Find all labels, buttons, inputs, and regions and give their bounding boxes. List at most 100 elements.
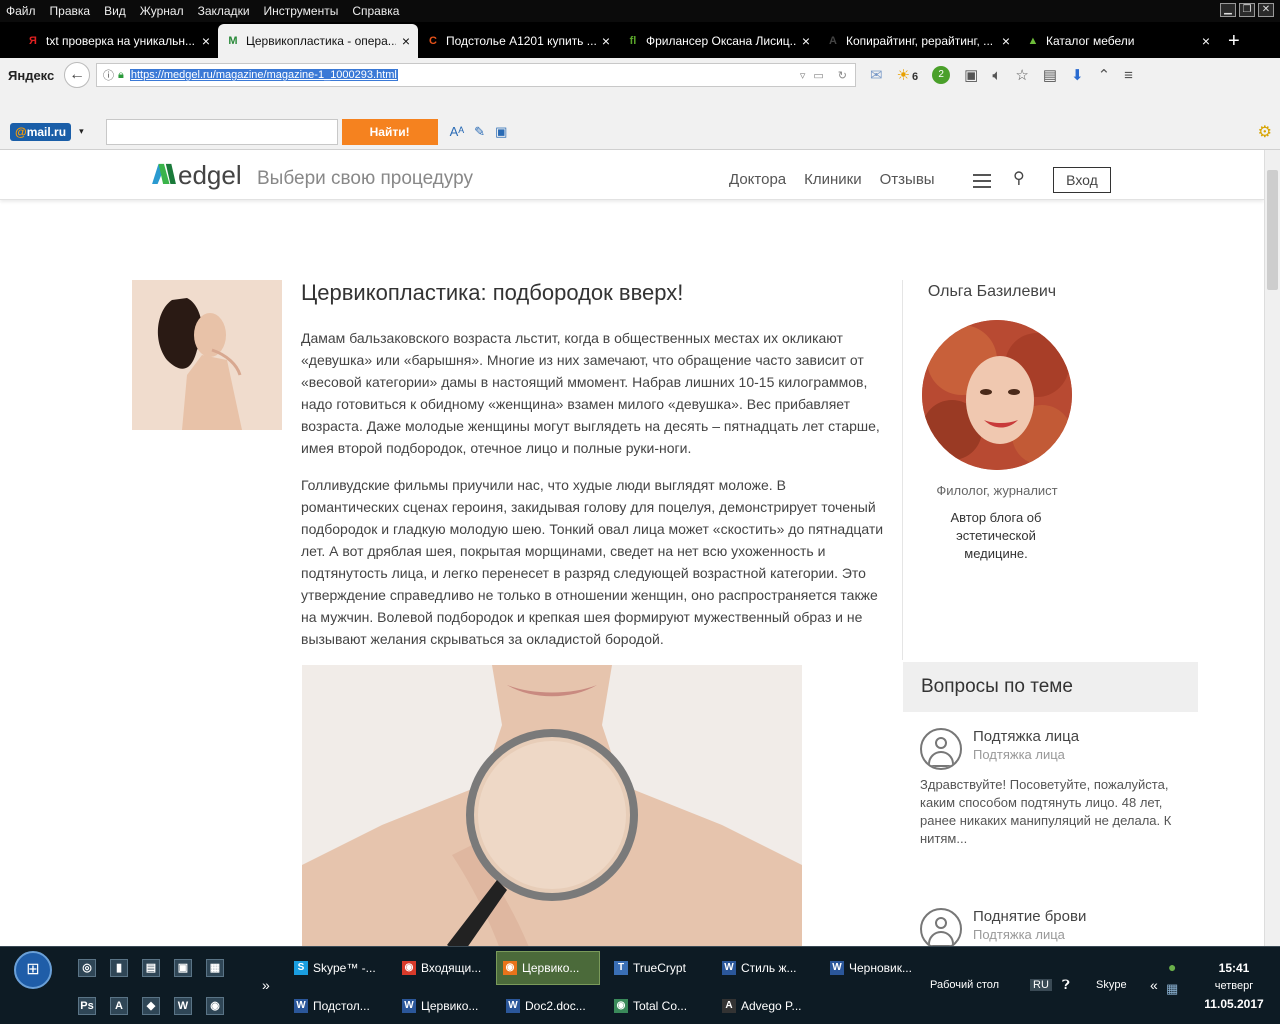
maximize-button[interactable]: ❐ (1239, 3, 1255, 17)
quicklaunch-icon[interactable]: ▤ (142, 959, 160, 977)
scrollbar-thumb[interactable] (1267, 170, 1278, 290)
network-icon[interactable]: ▦ (1166, 981, 1178, 997)
url-text[interactable]: https://medgel.ru/magazine/magazine-1_10… (129, 69, 398, 81)
browser-tab[interactable]: ▲ Каталог мебели × (1018, 24, 1218, 58)
sound-icon[interactable]: 🔈︎ (992, 67, 1001, 84)
back-button[interactable]: ← (64, 62, 90, 88)
author-avatar[interactable] (922, 320, 1072, 470)
settings-gear-icon[interactable]: ⚙︎ (1258, 122, 1272, 142)
taskbar-button[interactable]: ◉ Входящи... (396, 951, 500, 985)
badge-icon[interactable]: 2 (932, 66, 951, 84)
system-clock[interactable]: 15:41 четверг 11.05.2017 (1196, 959, 1272, 1013)
question-title[interactable]: Поднятие брови (973, 908, 1086, 925)
taskbar-button[interactable]: A Advego P... (716, 989, 820, 1023)
quicklaunch-icon[interactable]: W (174, 997, 192, 1015)
search-icon[interactable]: ⚲ (1013, 168, 1025, 188)
nav-doctors[interactable]: Доктора (729, 171, 786, 188)
language-indicator[interactable]: RU (1030, 979, 1052, 991)
taskbar-button[interactable]: W Подстол... (288, 989, 392, 1023)
author-name[interactable]: Ольга Базилевич (902, 283, 1082, 301)
medgel-logo[interactable]: edgel (152, 160, 242, 191)
chevron-up-icon[interactable]: ⌃ (1098, 66, 1111, 84)
reload-icon[interactable]: ↻ (838, 69, 847, 82)
screenshot-tool-icon[interactable]: ▣ (495, 124, 507, 140)
quicklaunch-icon[interactable]: ▮ (110, 959, 128, 977)
close-tab-icon[interactable]: × (1002, 33, 1010, 49)
question-item[interactable]: Поднятие брови Подтяжка лица (920, 908, 1190, 946)
taskbar-button[interactable]: W Doc2.doc... (500, 989, 604, 1023)
download-icon[interactable]: ⬇︎ (1071, 66, 1084, 84)
question-title[interactable]: Подтяжка лица (973, 728, 1079, 745)
info-icon[interactable]: ⓘ (103, 67, 114, 83)
menu-help[interactable]: Справка (352, 4, 399, 18)
screenshot-icon[interactable]: ▣ (964, 66, 978, 84)
yandex-logo[interactable]: Яндекс (8, 68, 60, 83)
page-scrollbar[interactable] (1264, 150, 1280, 946)
question-item[interactable]: Подтяжка лица Подтяжка лица Здравствуйте… (920, 728, 1190, 878)
quicklaunch-icon[interactable]: Ps (78, 997, 96, 1015)
quicklaunch-icon[interactable]: A (110, 997, 128, 1015)
questions-heading: Вопросы по теме (903, 662, 1198, 712)
show-more-icon[interactable]: » (262, 977, 270, 993)
minimize-button[interactable]: ▁ (1220, 3, 1236, 17)
help-icon[interactable]: ❓︎ (1062, 977, 1070, 993)
taskbar-label: Advego P... (741, 999, 802, 1013)
menu-edit[interactable]: Правка (50, 4, 91, 18)
address-bar[interactable]: ⓘ 🔒︎ https://medgel.ru/magazine/magazine… (96, 63, 856, 87)
taskbar-button[interactable]: ◉ Total Co... (608, 989, 712, 1023)
browser-tab[interactable]: M Цервикопластика - опера... × (218, 24, 418, 58)
quicklaunch-icon[interactable]: ▣ (174, 959, 192, 977)
translate-icon[interactable]: Aᴬ (450, 124, 465, 140)
weather-icon[interactable]: ☀︎ 6 (897, 66, 919, 84)
taskbar-button[interactable]: W Стиль ж... (716, 951, 820, 985)
menu-tools[interactable]: Инструменты (264, 4, 339, 18)
browser-tab[interactable]: Яtxt проверка на уникальн... × (18, 24, 218, 58)
mailru-dropdown-icon[interactable]: ▾ (79, 126, 84, 137)
mail-icon[interactable]: ✉︎ (870, 66, 883, 84)
close-tab-icon[interactable]: × (1202, 33, 1210, 49)
taskbar-button[interactable]: T TrueCrypt (608, 951, 712, 985)
quicklaunch-icon[interactable]: ◎ (78, 959, 96, 977)
quicklaunch-icon[interactable]: ◆ (142, 997, 160, 1015)
menu-file[interactable]: Файл (6, 4, 36, 18)
menu-bookmarks[interactable]: Закладки (198, 4, 250, 18)
browser-tab[interactable]: fl Фрилансер Оксана Лисиц... × (618, 24, 818, 58)
mailru-search-input[interactable] (105, 118, 338, 145)
browser-tab[interactable]: C Подстолье A1201 купить ... × (418, 24, 618, 58)
highlighter-icon[interactable]: ✎ (474, 124, 485, 140)
skype-tray[interactable]: Skype (1096, 979, 1127, 991)
hamburger-menu-icon[interactable]: ≡ (1124, 67, 1133, 84)
quicklaunch-icon[interactable]: ◉ (206, 997, 224, 1015)
menu-history[interactable]: Журнал (140, 4, 184, 18)
show-desktop-link[interactable]: Рабочий стол (930, 979, 999, 991)
close-tab-icon[interactable]: × (202, 33, 210, 49)
browser-tab[interactable]: A Копирайтинг, рерайтинг, ... × (818, 24, 1018, 58)
reader-view-icon[interactable]: ▭ (813, 69, 823, 82)
question-category[interactable]: Подтяжка лица (973, 927, 1065, 942)
menu-icon[interactable] (973, 174, 991, 192)
tray-app-icon[interactable]: ● (1168, 959, 1176, 975)
new-tab-button[interactable]: + (1228, 24, 1240, 58)
question-category[interactable]: Подтяжка лица (973, 747, 1065, 762)
menu-view[interactable]: Вид (104, 4, 126, 18)
taskbar-button[interactable]: W Черновик... (824, 951, 928, 985)
nav-clinics[interactable]: Клиники (804, 171, 861, 188)
close-window-button[interactable]: ✕ (1258, 3, 1274, 17)
dropdown-icon[interactable]: ▿ (800, 69, 806, 82)
nav-reviews[interactable]: Отзывы (880, 171, 935, 188)
close-tab-icon[interactable]: × (602, 33, 610, 49)
bookmark-star-icon[interactable]: ☆ (1015, 66, 1028, 84)
tray-arrows-icon[interactable]: « (1150, 977, 1158, 993)
quicklaunch-icon[interactable]: ▦ (206, 959, 224, 977)
find-button[interactable]: Найти! (341, 118, 438, 145)
close-tab-icon[interactable]: × (402, 33, 410, 49)
close-tab-icon[interactable]: × (802, 33, 810, 49)
taskbar-label: TrueCrypt (633, 961, 686, 975)
login-button[interactable]: Вход (1053, 167, 1111, 193)
clipboard-icon[interactable]: ▤ (1043, 66, 1057, 84)
taskbar-button[interactable]: S Skype™ -... (288, 951, 392, 985)
taskbar-button[interactable]: ◉ Цервико... (496, 951, 600, 985)
mailru-logo[interactable]: @mail.ru (10, 122, 72, 141)
taskbar-button[interactable]: W Цервико... (396, 989, 500, 1023)
start-button[interactable]: ⊞ (14, 951, 52, 989)
